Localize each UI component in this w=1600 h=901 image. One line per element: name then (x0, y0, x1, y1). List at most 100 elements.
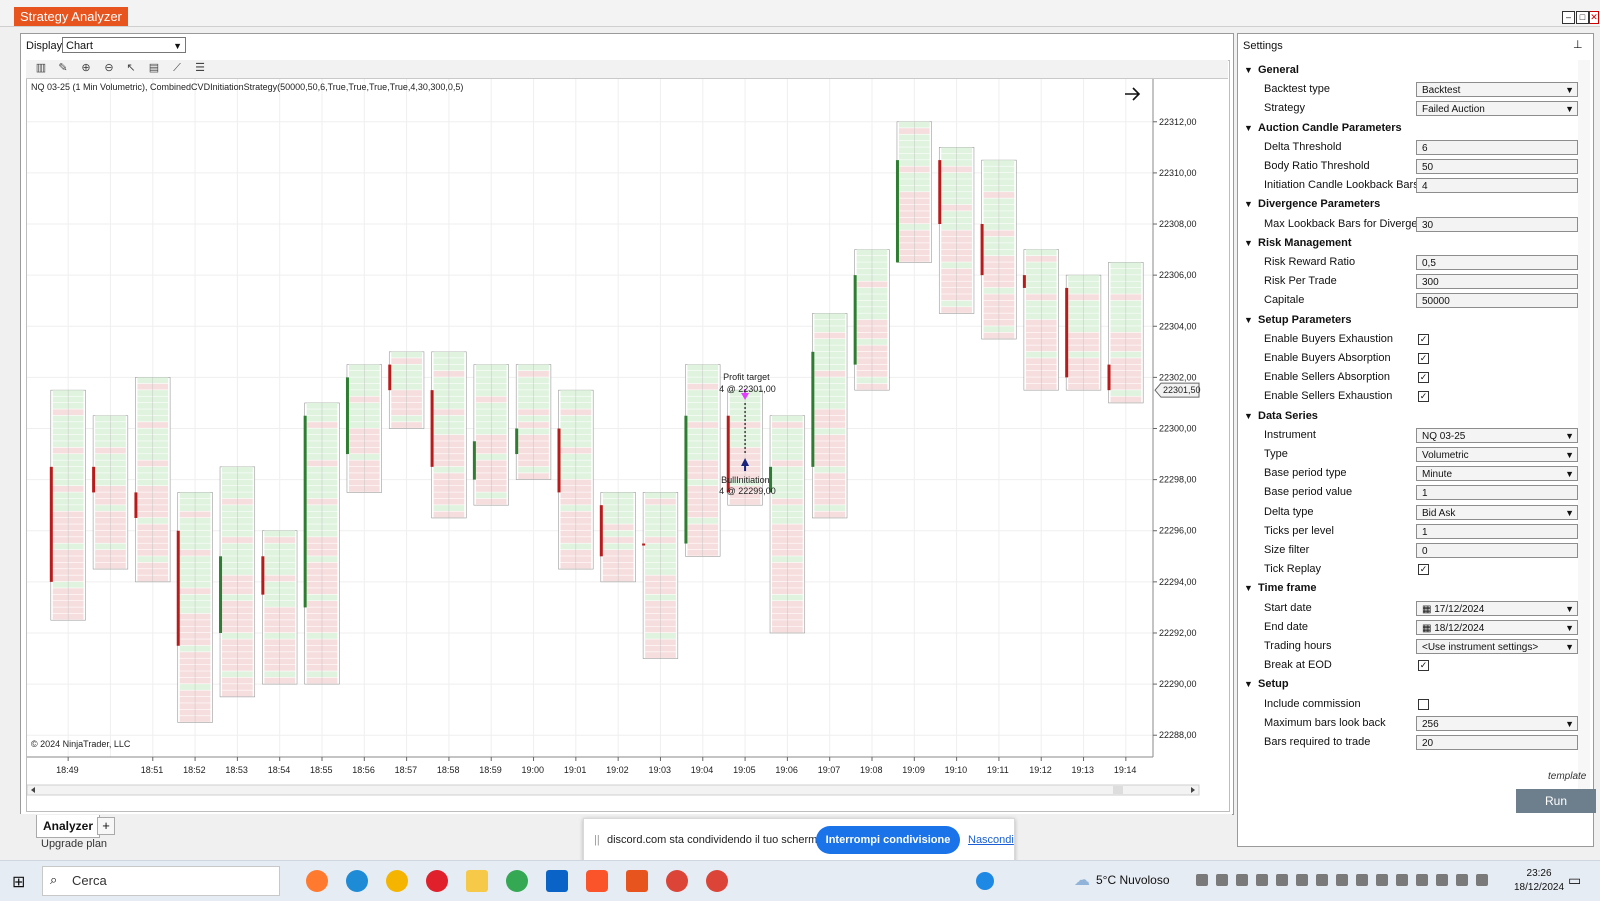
collapse-triangle-icon[interactable]: ▼ (1244, 407, 1253, 426)
tray-icon[interactable] (1216, 874, 1228, 886)
settings-dropdown[interactable]: Volumetric ▼ (1416, 447, 1578, 462)
settings-checkbox[interactable]: ✓ (1418, 391, 1429, 403)
clock[interactable]: 23:26 18/12/2024 (1514, 867, 1564, 895)
close-icon[interactable]: ✕ (1589, 11, 1599, 24)
tray-icon[interactable] (1316, 874, 1328, 886)
chrome-canary-icon[interactable] (386, 870, 408, 892)
arrow-right-icon[interactable] (1125, 87, 1141, 101)
pencil-icon[interactable]: ✎ (56, 61, 70, 75)
collapse-triangle-icon[interactable]: ▼ (1244, 234, 1253, 253)
settings-text-input[interactable]: 4 (1416, 178, 1578, 194)
settings-dropdown[interactable]: Minute ▼ (1416, 466, 1578, 482)
settings-dropdown[interactable]: Failed Auction ▼ (1416, 101, 1578, 117)
template-label[interactable]: template (1548, 771, 1586, 782)
tray-icon[interactable] (1196, 874, 1208, 886)
collapse-triangle-icon[interactable]: ▼ (1244, 195, 1253, 214)
hide-link[interactable]: Nascondi (968, 834, 1014, 846)
outlook-icon[interactable] (546, 870, 568, 892)
chrome-profile-icon[interactable] (666, 870, 688, 892)
tray-icon[interactable] (1376, 874, 1388, 886)
notification-icon[interactable]: ▭ (1568, 872, 1581, 889)
maximize-icon[interactable]: □ (1576, 11, 1589, 24)
settings-category[interactable]: ▼ General (1238, 61, 1576, 80)
settings-text-input[interactable]: 20 (1416, 735, 1578, 750)
tray-icon[interactable] (1396, 874, 1408, 886)
settings-category[interactable]: ▼ Setup Parameters (1238, 311, 1576, 330)
run-button[interactable]: Run (1516, 789, 1596, 813)
zoom-out-icon[interactable]: ⊖ (102, 61, 116, 75)
tray-icon[interactable] (1336, 874, 1348, 886)
brave-icon[interactable] (586, 870, 608, 892)
chrome-profile-2-icon[interactable] (706, 870, 728, 892)
chart-scroll-thumb[interactable] (1113, 786, 1123, 794)
settings-text-input[interactable]: 0,5 (1416, 255, 1578, 270)
settings-checkbox[interactable]: ✓ (1418, 660, 1429, 672)
settings-scrollbar[interactable] (1578, 60, 1590, 800)
opera-icon[interactable] (426, 870, 448, 892)
add-tab-button[interactable]: + (97, 817, 115, 835)
tray-icon[interactable] (1296, 874, 1308, 886)
minimize-icon[interactable]: – (1562, 11, 1575, 24)
collapse-triangle-icon[interactable]: ▼ (1244, 61, 1253, 80)
collapse-triangle-icon[interactable]: ▼ (1244, 311, 1253, 330)
bars-icon[interactable]: ▥ (34, 61, 48, 75)
tray-icon[interactable] (1476, 874, 1488, 886)
edge-icon[interactable] (346, 870, 368, 892)
settings-dropdown[interactable]: <Use instrument settings> ▼ (1416, 639, 1578, 654)
settings-text-input[interactable]: 1 (1416, 523, 1578, 539)
tray-icon[interactable] (1436, 874, 1448, 886)
data-box-icon[interactable]: ▤ (147, 61, 161, 75)
settings-dropdown[interactable]: Bid Ask ▼ (1416, 504, 1578, 520)
settings-text-input[interactable]: 1 (1416, 485, 1578, 501)
tab-analyzer[interactable]: Analyzer (36, 815, 101, 838)
indicator-icon[interactable]: ⟋ (170, 61, 184, 75)
tray-icon[interactable] (1356, 874, 1368, 886)
settings-text-input[interactable]: 6 (1416, 139, 1578, 155)
settings-category[interactable]: ▼ Data Series (1238, 407, 1576, 426)
pointer-icon[interactable]: ↖ (124, 61, 138, 75)
collapse-triangle-icon[interactable]: ▼ (1244, 675, 1253, 694)
tray-icon[interactable] (1276, 874, 1288, 886)
list-icon[interactable]: ☰ (193, 61, 207, 75)
settings-category[interactable]: ▼ Time frame (1238, 579, 1576, 598)
upgrade-plan-link[interactable]: Upgrade plan (41, 838, 107, 850)
chart-canvas[interactable]: 22312,00 22310,00 22308,00 22306,00 22304,00… (27, 79, 1227, 809)
tray-icon[interactable] (1416, 874, 1428, 886)
stop-sharing-button[interactable]: Interrompi condivisione (816, 826, 960, 854)
tray-icon[interactable] (1456, 874, 1468, 886)
ninjatrader-icon[interactable] (626, 870, 648, 892)
settings-category[interactable]: ▼ Auction Candle Parameters (1238, 119, 1576, 138)
settings-text-input[interactable]: 0 (1416, 543, 1578, 558)
tray-icon[interactable] (1236, 874, 1248, 886)
zoom-in-icon[interactable]: ⊕ (79, 61, 93, 75)
file-explorer-icon[interactable] (466, 870, 488, 892)
settings-dropdown[interactable]: ▦ 18/12/2024 ▼ (1416, 619, 1578, 635)
settings-text-input[interactable]: 50 (1416, 159, 1578, 174)
firefox-icon[interactable] (306, 870, 328, 892)
drag-grip-icon[interactable]: || (594, 834, 600, 846)
settings-dropdown[interactable]: NQ 03-25 ▼ (1416, 427, 1578, 443)
weather-text[interactable]: 5°C Nuvoloso (1096, 873, 1170, 887)
chrome-icon[interactable] (506, 870, 528, 892)
display-select[interactable]: Chart ▼ (62, 37, 186, 53)
settings-category[interactable]: ▼ Risk Management (1238, 234, 1576, 253)
settings-category[interactable]: ▼ Divergence Parameters (1238, 195, 1576, 214)
pin-icon[interactable]: ⊥ (1573, 38, 1583, 51)
windows-start-icon[interactable]: ⊞ (12, 872, 25, 892)
settings-checkbox[interactable] (1418, 698, 1429, 710)
settings-checkbox[interactable]: ✓ (1418, 564, 1429, 576)
settings-text-input[interactable]: 30 (1416, 216, 1578, 232)
collapse-triangle-icon[interactable]: ▼ (1244, 579, 1253, 598)
help-icon[interactable] (976, 872, 994, 890)
settings-dropdown[interactable]: ▦ 17/12/2024 ▼ (1416, 600, 1578, 616)
settings-checkbox[interactable]: ✓ (1418, 333, 1429, 345)
settings-text-input[interactable]: 300 (1416, 274, 1578, 290)
tray-icon[interactable] (1256, 874, 1268, 886)
chart-scrollbar[interactable] (27, 784, 1200, 796)
settings-dropdown[interactable]: 256 ▼ (1416, 715, 1578, 731)
settings-category[interactable]: ▼ Setup (1238, 675, 1576, 694)
settings-checkbox[interactable]: ✓ (1418, 372, 1429, 384)
settings-dropdown[interactable]: Backtest ▼ (1416, 82, 1578, 98)
settings-text-input[interactable]: 50000 (1416, 293, 1578, 309)
collapse-triangle-icon[interactable]: ▼ (1244, 119, 1253, 138)
